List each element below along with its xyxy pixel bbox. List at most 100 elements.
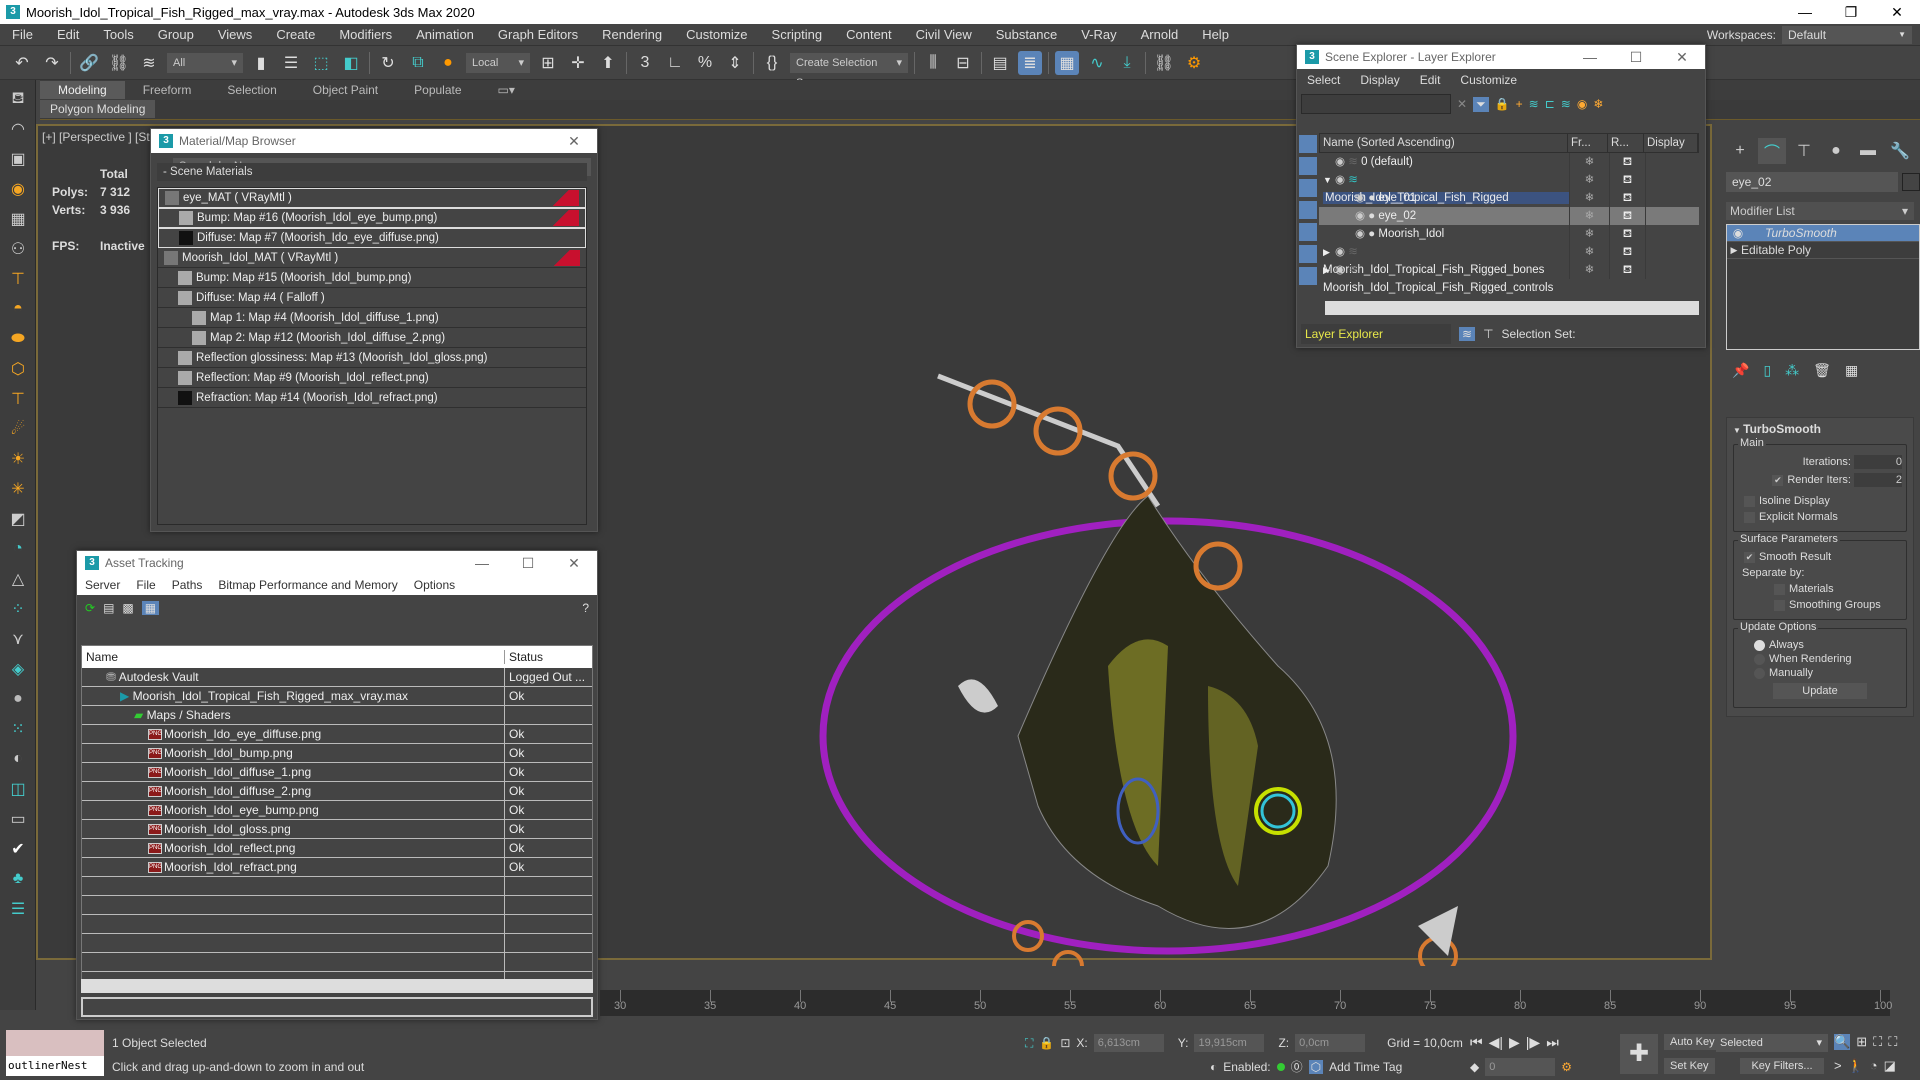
go-to-end-icon[interactable]: ⏭ — [1546, 1034, 1559, 1051]
sky-icon[interactable]: ✳ — [4, 478, 32, 500]
material-tree-row[interactable]: Refraction: Map #14 (Moorish_Idol_refrac… — [158, 388, 586, 408]
column-status[interactable]: Status — [504, 650, 592, 664]
materials-icon[interactable]: ⁙ — [4, 718, 32, 740]
menu-content[interactable]: Content — [834, 27, 904, 42]
visibility-eye-icon[interactable]: ◉ — [1335, 174, 1348, 186]
fire-icon[interactable]: ◈ — [4, 658, 32, 680]
ribbon-toggle-icon[interactable]: ▦ — [1055, 50, 1079, 75]
proxy-icon[interactable]: ⁘ — [4, 598, 32, 620]
dome-light-icon[interactable]: ◓ — [4, 298, 32, 320]
isolate-selection-icon[interactable]: ⛶ — [1025, 1036, 1033, 1051]
renderable-teapot-icon[interactable]: ⛾ — [1609, 243, 1645, 261]
viewport-label[interactable]: [+] [Perspective ] [St — [42, 130, 150, 144]
groups-filter-icon[interactable] — [1299, 267, 1317, 285]
spot-light-icon[interactable]: ⊤ — [4, 268, 32, 290]
layer-tree-row[interactable]: ▼ ◉ ≋ Moorish_Idol_Tropical_Fish_Rigged ❄ ⛾ — [1319, 171, 1699, 204]
add-layer-icon[interactable]: + — [1516, 97, 1523, 111]
update-button[interactable]: Update — [1773, 683, 1867, 699]
motion-tab-icon[interactable]: ● — [1822, 138, 1850, 164]
menu-edit[interactable]: Edit — [1410, 73, 1451, 87]
column-render[interactable]: R... — [1608, 134, 1644, 152]
shapes-filter-icon[interactable] — [1299, 157, 1317, 175]
remove-modifier-icon[interactable]: 🗑 — [1813, 362, 1831, 379]
table-view-icon[interactable]: ▦ — [141, 601, 160, 615]
maximize-button[interactable]: ☐ — [1613, 45, 1659, 69]
layer-tree-row[interactable]: ◉ ● eye_02 ❄ ⛾ — [1319, 207, 1699, 225]
create-tab-icon[interactable]: + — [1726, 138, 1754, 164]
selection-lock-icon[interactable]: 🔒 — [1039, 1036, 1054, 1050]
rollout-header[interactable]: ▼ TurboSmooth — [1733, 422, 1907, 436]
schematic-view-icon[interactable]: ⤓ — [1115, 51, 1139, 75]
scale-icon[interactable]: ⧉ — [406, 51, 430, 75]
make-unique-icon[interactable]: ⁂ — [1785, 362, 1799, 379]
keyboard-shortcut-icon[interactable]: ⬆ — [596, 51, 620, 75]
align-icon[interactable]: ⊟ — [951, 51, 975, 75]
pin-stack-icon[interactable]: 📌 — [1732, 362, 1749, 379]
select-by-name-icon[interactable]: ☰ — [279, 51, 303, 75]
object-color-swatch[interactable] — [1902, 173, 1920, 191]
display-cell[interactable] — [1645, 243, 1699, 261]
play-icon[interactable]: ▶ — [1509, 1034, 1520, 1051]
column-display[interactable]: Display — [1644, 134, 1698, 152]
layer-mode-icon[interactable]: ≋ — [1459, 327, 1476, 341]
material-tree-row[interactable]: Reflection: Map #9 (Moorish_Idol_reflect… — [158, 368, 586, 388]
menu-select[interactable]: Select — [1297, 73, 1350, 87]
explicit-normals-checkbox[interactable] — [1744, 511, 1755, 523]
menu-edit[interactable]: Edit — [45, 27, 91, 42]
grass-icon[interactable]: ⋎ — [4, 628, 32, 650]
minimize-button[interactable]: — — [459, 551, 505, 575]
renderable-teapot-icon[interactable]: ⛾ — [1609, 261, 1645, 279]
visibility-eye-icon[interactable]: ◉ — [1335, 264, 1348, 276]
key-filters-button[interactable]: Key Filters... — [1740, 1058, 1824, 1074]
menu-display[interactable]: Display — [1350, 73, 1409, 87]
orbit-icon[interactable]: ◔ — [1870, 1058, 1878, 1074]
set-key-button[interactable]: Set Key — [1664, 1058, 1715, 1074]
asset-row[interactable]: PNG Moorish_Idol_gloss.png Ok — [82, 820, 592, 839]
menu-animation[interactable]: Animation — [404, 27, 486, 42]
renderable-teapot-icon[interactable]: ⛾ — [1609, 171, 1645, 189]
ribbon-options-icon[interactable]: ▭▾ — [480, 81, 533, 99]
clear-icon[interactable]: ✕ — [1457, 97, 1467, 111]
render-iters-checkbox[interactable]: ✔ — [1772, 474, 1784, 486]
material-tree-row[interactable]: Moorish_Idol_MAT ( VRayMtl ) — [158, 248, 586, 268]
list-view-icon[interactable]: ▤ — [103, 601, 114, 615]
maxscript-mini-listener-pink[interactable] — [6, 1030, 104, 1056]
filter-icon[interactable]: ⏷ — [1473, 96, 1489, 112]
maximize-button[interactable]: ☐ — [505, 551, 551, 575]
ambient-light-icon[interactable]: ☄ — [4, 418, 32, 440]
key-mode-toggle-icon[interactable]: ◆ — [1470, 1060, 1479, 1074]
vray-logo-icon[interactable]: ✔ — [4, 838, 32, 860]
display-cell[interactable] — [1645, 189, 1699, 207]
column-name[interactable]: Name — [82, 650, 504, 664]
disc-light-icon[interactable]: ⬬ — [4, 328, 32, 350]
close-icon[interactable]: ✕ — [551, 129, 597, 153]
freeze-icon[interactable]: ❄ — [1593, 97, 1603, 111]
set-key-big-icon[interactable]: ✚ — [1620, 1034, 1658, 1074]
show-end-result-icon[interactable]: ▯ — [1763, 362, 1771, 379]
material-tree-row[interactable]: Map 1: Map #4 (Moorish_Idol_diffuse_1.pn… — [158, 308, 586, 328]
absolute-mode-icon[interactable]: ⊡ — [1060, 1036, 1070, 1050]
visibility-eye-icon[interactable]: ◉ — [1335, 156, 1348, 168]
menu-file[interactable]: File — [0, 27, 45, 42]
spacewarps-filter-icon[interactable] — [1299, 245, 1317, 263]
ies-light-icon[interactable]: ⊤ — [4, 388, 32, 410]
fish-model[interactable] — [638, 266, 1638, 966]
mesh-light-icon[interactable]: ⬡ — [4, 358, 32, 380]
window-crossing-icon[interactable]: ◧ — [339, 51, 363, 75]
asset-row[interactable]: PNG Moorish_Idol_refract.png Ok — [82, 858, 592, 877]
tab-object-paint[interactable]: Object Paint — [295, 81, 396, 99]
expand-icon[interactable]: ▶ — [1323, 243, 1335, 261]
materials-checkbox[interactable] — [1774, 583, 1785, 595]
field-of-view-icon[interactable]: > — [1834, 1058, 1842, 1074]
tab-modeling[interactable]: Modeling — [40, 81, 125, 99]
menu-bitmap-performance[interactable]: Bitmap Performance and Memory — [210, 578, 405, 592]
pivot-icon[interactable]: ⊞ — [536, 51, 560, 75]
menu-substance[interactable]: Substance — [984, 27, 1069, 42]
freeze-toggle-icon[interactable]: ❄ — [1569, 261, 1609, 279]
frame-buffer-icon[interactable]: ▭ — [4, 808, 32, 830]
zoom-all-icon[interactable]: ⊞ — [1856, 1034, 1867, 1050]
layers-icon[interactable]: ≋ — [1561, 97, 1571, 111]
menu-graph-editors[interactable]: Graph Editors — [486, 27, 590, 42]
dialog-title-bar[interactable]: 3 Scene Explorer - Layer Explorer — ☐ ✕ — [1297, 45, 1705, 69]
path-field[interactable] — [81, 997, 593, 1017]
